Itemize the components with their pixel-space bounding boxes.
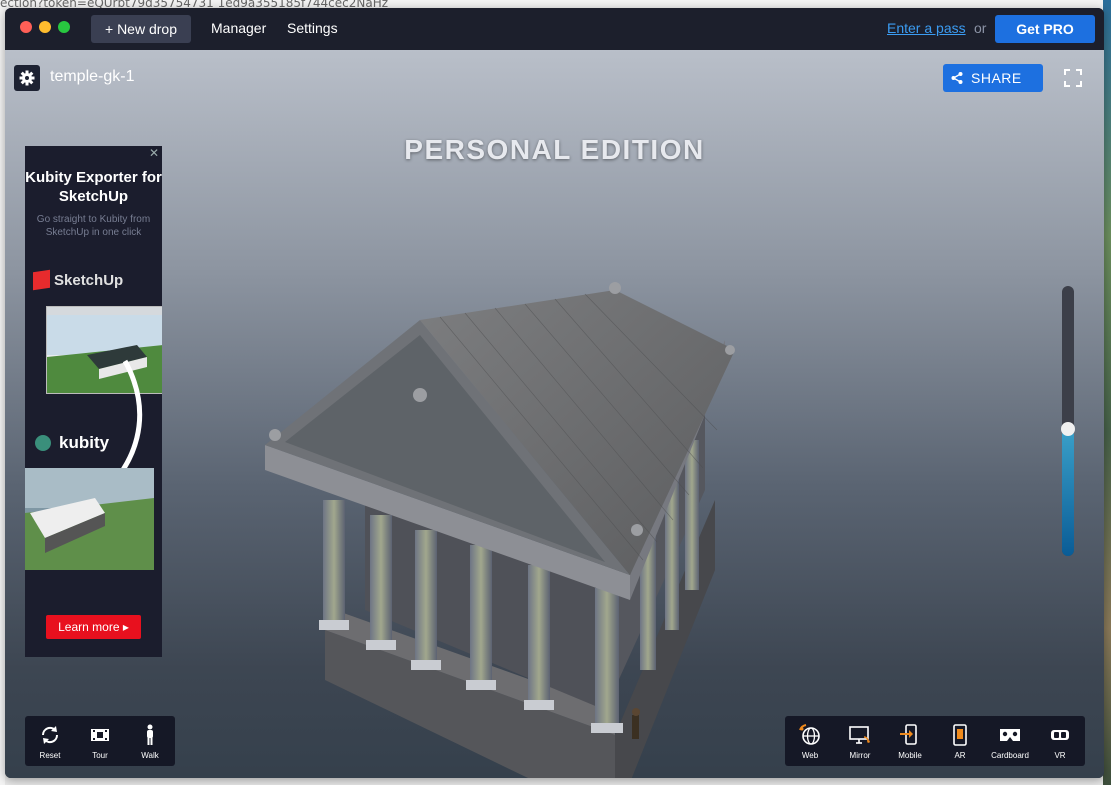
share-label: SHARE bbox=[971, 70, 1022, 86]
tour-button[interactable]: Tour bbox=[75, 716, 125, 766]
view-toolbar: Reset Tour Walk bbox=[25, 716, 175, 766]
minimize-window-button[interactable] bbox=[39, 21, 51, 33]
web-button[interactable]: Web bbox=[785, 716, 835, 766]
or-label: or bbox=[974, 20, 987, 36]
cardboard-label: Cardboard bbox=[991, 751, 1029, 760]
mobile-label: Mobile bbox=[898, 751, 922, 760]
mobile-icon bbox=[900, 724, 917, 745]
mirror-button[interactable]: Mirror bbox=[835, 716, 885, 766]
close-window-button[interactable] bbox=[20, 21, 32, 33]
kubity-logo-text: kubity bbox=[59, 433, 110, 452]
walk-button[interactable]: Walk bbox=[125, 716, 175, 766]
ar-icon bbox=[953, 724, 967, 746]
new-drop-button[interactable]: + New drop bbox=[91, 15, 191, 43]
kubity-logo: kubity bbox=[35, 433, 155, 455]
ar-button[interactable]: AR bbox=[935, 716, 985, 766]
mirror-label: Mirror bbox=[849, 751, 871, 760]
cardboard-button[interactable]: Cardboard bbox=[985, 716, 1035, 766]
cardboard-icon bbox=[1000, 729, 1020, 741]
tour-label: Tour bbox=[92, 751, 108, 760]
vr-icon bbox=[1051, 730, 1069, 740]
reset-button[interactable]: Reset bbox=[25, 716, 75, 766]
mobile-button[interactable]: Mobile bbox=[885, 716, 935, 766]
sketchup-logo-icon bbox=[33, 269, 50, 291]
browser-background-right bbox=[1103, 0, 1111, 785]
walk-label: Walk bbox=[141, 751, 159, 760]
ad-close-icon[interactable]: ✕ bbox=[149, 146, 159, 160]
tour-icon bbox=[91, 729, 109, 741]
ad-banner[interactable]: ✕ Kubity Exporter for SketchUp Go straig… bbox=[25, 146, 162, 657]
share-button[interactable]: SHARE bbox=[943, 64, 1043, 92]
reset-label: Reset bbox=[39, 751, 61, 760]
gear-icon bbox=[19, 70, 35, 86]
sketchup-logo: SketchUp bbox=[33, 269, 153, 292]
zoom-slider[interactable] bbox=[1061, 286, 1075, 556]
walk-icon bbox=[147, 724, 153, 745]
nav-manager[interactable]: Manager bbox=[211, 20, 266, 36]
web-label: Web bbox=[801, 751, 819, 760]
share-mode-toolbar: Web Mirror Mobile AR Cardboard VR bbox=[785, 716, 1085, 766]
get-pro-button[interactable]: Get PRO bbox=[995, 15, 1095, 43]
ar-label: AR bbox=[954, 751, 966, 760]
web-icon bbox=[799, 724, 820, 745]
enter-pass-link[interactable]: Enter a pass bbox=[887, 20, 966, 36]
model-name: temple-gk-1 bbox=[50, 68, 135, 85]
zoom-slider-knob[interactable] bbox=[1061, 422, 1075, 437]
ad-subtitle: Go straight to Kubity from SketchUp in o… bbox=[36, 214, 151, 238]
3d-viewport[interactable]: temple-gk-1 SHARE PERSONAL EDITION ✕ Kub… bbox=[5, 50, 1104, 778]
edition-watermark: PERSONAL EDITION bbox=[404, 134, 705, 165]
ad-title: Kubity Exporter for SketchUp bbox=[25, 169, 162, 205]
app-window: + New drop Manager Settings Enter a pass… bbox=[5, 8, 1104, 778]
model-settings-button[interactable] bbox=[14, 65, 40, 91]
kubity-screenshot bbox=[25, 468, 154, 570]
maximize-window-button[interactable] bbox=[58, 21, 70, 33]
learn-more-button[interactable]: Learn more ▸ bbox=[46, 615, 141, 639]
zoom-slider-fill bbox=[1062, 429, 1074, 556]
vr-label: VR bbox=[1054, 751, 1066, 760]
sketchup-logo-text: SketchUp bbox=[54, 272, 124, 289]
temple-3d-model[interactable] bbox=[245, 190, 765, 778]
kubity-logo-icon bbox=[35, 435, 51, 451]
reset-icon bbox=[41, 726, 59, 744]
titlebar: + New drop Manager Settings Enter a pass… bbox=[5, 8, 1104, 50]
nav-settings[interactable]: Settings bbox=[287, 20, 338, 36]
mirror-icon bbox=[849, 726, 870, 744]
vr-button[interactable]: VR bbox=[1035, 716, 1085, 766]
fullscreen-icon[interactable] bbox=[1064, 69, 1082, 87]
share-icon bbox=[951, 72, 963, 84]
